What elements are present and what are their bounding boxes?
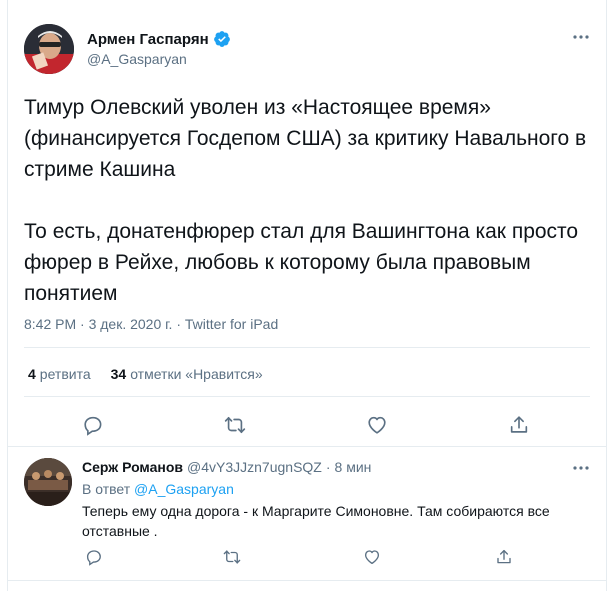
avatar[interactable] xyxy=(24,458,72,506)
retweets-count: 4 xyxy=(28,366,36,382)
tweet-text: Тимур Олевский уволен из «Настоящее врем… xyxy=(24,96,587,305)
share-icon[interactable] xyxy=(504,410,534,440)
tweet-meta[interactable]: 8:42 PM · 3 дек. 2020 г. · Twitter for i… xyxy=(24,316,278,332)
divider xyxy=(8,446,606,447)
tweet-thread: Армен Гаспарян @A_Gasparyan Тимур Олевск… xyxy=(7,0,607,591)
likes-count: 34 xyxy=(110,366,127,382)
retweet-icon[interactable] xyxy=(220,410,250,440)
divider xyxy=(8,580,606,581)
more-dots-icon[interactable] xyxy=(572,28,590,46)
share-icon[interactable] xyxy=(492,545,516,569)
reply-icon[interactable] xyxy=(78,410,108,440)
reply-text: Теперь ему одна дорога - к Маргарите Сим… xyxy=(82,503,550,539)
separator: · xyxy=(325,459,331,475)
in-reply-prefix: В ответ xyxy=(82,481,131,497)
reply-header: Серж Романов @4vY3JJzn7ugnSQZ · 8 мин xyxy=(82,459,371,475)
author-name-row: Армен Гаспарян xyxy=(87,30,231,48)
author-name[interactable]: Армен Гаспарян xyxy=(87,31,209,48)
reply-time[interactable]: 8 мин xyxy=(335,459,372,475)
likes-stat[interactable]: 34 отметки «Нравится» xyxy=(111,366,263,382)
heart-icon[interactable] xyxy=(362,410,392,440)
heart-icon[interactable] xyxy=(360,545,384,569)
likes-label: отметки «Нравится» xyxy=(130,366,263,382)
reply-author-name[interactable]: Серж Романов xyxy=(82,459,183,475)
avatar[interactable] xyxy=(24,24,74,74)
reply-author-handle[interactable]: @4vY3JJzn7ugnSQZ xyxy=(187,459,322,475)
divider xyxy=(24,347,590,348)
retweet-icon[interactable] xyxy=(220,545,244,569)
reply-icon[interactable] xyxy=(82,545,106,569)
author-handle[interactable]: @A_Gasparyan xyxy=(87,51,187,67)
retweets-label: ретвита xyxy=(39,366,91,382)
divider xyxy=(24,396,590,397)
retweets-stat[interactable]: 4 ретвита xyxy=(28,366,91,382)
tweet-actions xyxy=(8,410,606,440)
in-reply-to: В ответ @A_Gasparyan xyxy=(82,481,234,497)
verified-badge-icon xyxy=(213,30,231,48)
more-dots-icon[interactable] xyxy=(572,459,590,477)
tweet-stats: 4 ретвита 34 отметки «Нравится» xyxy=(28,366,283,382)
reply-actions xyxy=(8,545,606,569)
in-reply-handle-link[interactable]: @A_Gasparyan xyxy=(134,481,234,497)
